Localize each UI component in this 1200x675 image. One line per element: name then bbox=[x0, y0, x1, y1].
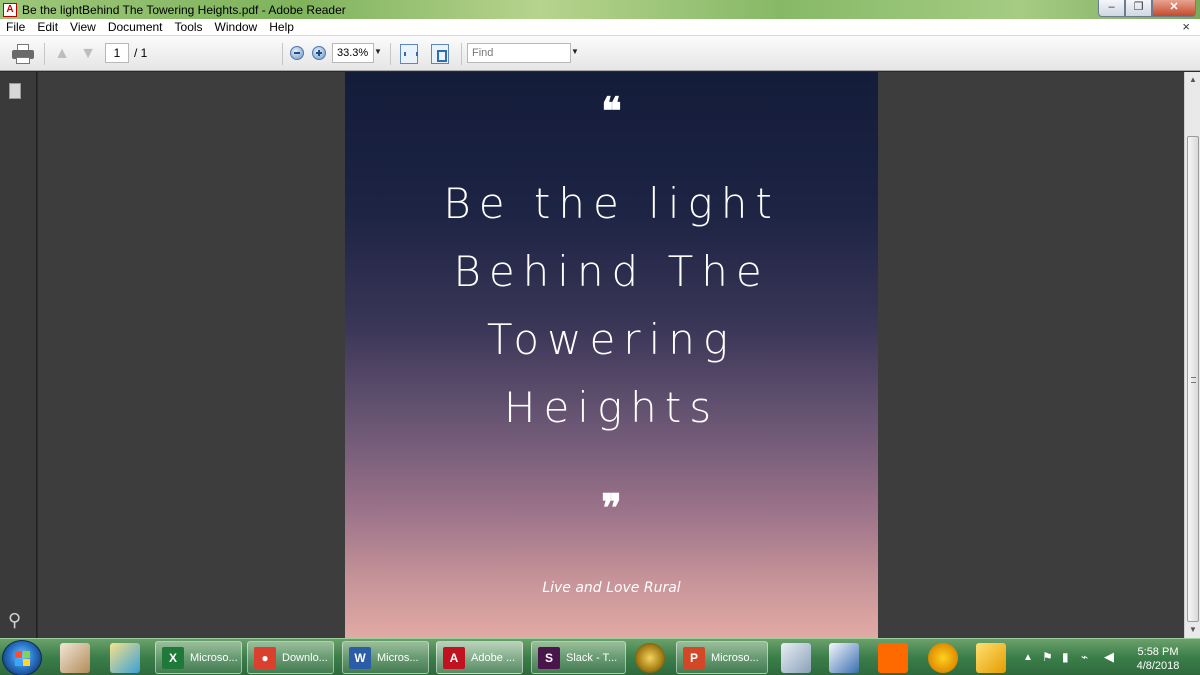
menu-view[interactable]: View bbox=[64, 20, 102, 34]
menu-bar: File Edit View Document Tools Window Hel… bbox=[0, 19, 1200, 36]
attachments-paperclip-icon[interactable]: ⚲ bbox=[8, 610, 21, 631]
headline-line: Heights bbox=[503, 383, 720, 432]
taskbar-button-word[interactable]: W Micros... bbox=[342, 641, 429, 674]
closing-quote-mark: ❞ bbox=[601, 485, 622, 530]
toolbar-divider bbox=[282, 43, 283, 65]
show-hidden-icons-arrow[interactable]: ▲ bbox=[1023, 652, 1033, 663]
calculator-icon[interactable] bbox=[781, 643, 811, 673]
scroll-up-arrow-icon[interactable]: ▲ bbox=[1185, 72, 1200, 88]
fit-page-icon[interactable] bbox=[431, 44, 449, 64]
paint-icon[interactable] bbox=[60, 643, 90, 673]
mi-app-icon[interactable] bbox=[878, 643, 908, 673]
fit-width-icon[interactable] bbox=[400, 44, 418, 64]
toolbar-divider bbox=[390, 43, 391, 65]
close-button[interactable]: ✕ bbox=[1152, 0, 1196, 17]
previous-page-icon[interactable]: ▲ bbox=[53, 46, 71, 62]
taskbar-button-label: Slack - T... bbox=[566, 651, 618, 664]
vertical-scrollbar[interactable]: ▲ ▼ bbox=[1184, 72, 1200, 638]
menu-file[interactable]: File bbox=[0, 20, 31, 34]
scrollbar-grip bbox=[1191, 377, 1196, 383]
next-page-icon[interactable]: ▼ bbox=[79, 46, 97, 62]
power-plug-icon[interactable]: ⌁ bbox=[1081, 650, 1088, 664]
start-button[interactable] bbox=[2, 640, 42, 675]
navigation-pane: ⚲ bbox=[0, 72, 37, 638]
taskbar-button-label: Micros... bbox=[377, 651, 419, 664]
music-icon[interactable] bbox=[976, 643, 1006, 673]
menu-edit[interactable]: Edit bbox=[31, 20, 64, 34]
taskbar-button-adobe-reader[interactable]: A Adobe ... bbox=[436, 641, 523, 674]
headline-line: Be the light bbox=[443, 179, 780, 228]
headline-line: Towering bbox=[486, 315, 737, 364]
document-viewer-icon[interactable] bbox=[829, 643, 859, 673]
quote-headline: Be the light Behind The Towering Heights bbox=[345, 170, 878, 442]
chrome-icon: ● bbox=[254, 646, 276, 669]
taskbar: X Microso... ● Downlo... W Micros... A A… bbox=[0, 638, 1200, 675]
excel-icon: X bbox=[162, 646, 184, 669]
headline-line: Behind The bbox=[453, 247, 770, 296]
window-titlebar[interactable]: A Be the lightBehind The Towering Height… bbox=[0, 0, 1200, 19]
opening-quote-mark: ❝ bbox=[601, 88, 622, 133]
tagline: Live and Love Rural bbox=[542, 580, 681, 596]
slack-icon: S bbox=[538, 646, 560, 669]
menu-window[interactable]: Window bbox=[209, 20, 264, 34]
taskbar-button-powerpoint[interactable]: P Microso... bbox=[676, 641, 768, 674]
scrollbar-thumb[interactable] bbox=[1187, 136, 1199, 622]
taskbar-button-label: Microso... bbox=[190, 651, 238, 664]
network-signal-icon[interactable]: ▮ bbox=[1062, 650, 1069, 664]
taskbar-button-label: Adobe ... bbox=[471, 651, 516, 664]
print-icon[interactable] bbox=[12, 44, 34, 64]
zoom-in-icon[interactable] bbox=[312, 46, 326, 60]
page-number-input[interactable]: 1 bbox=[105, 43, 129, 63]
find-dropdown-arrow-icon[interactable]: ▼ bbox=[571, 47, 579, 56]
toolbar: ▲ ▼ 1 / 1 33.3% ▼ Find ▼ bbox=[0, 36, 1200, 71]
find-input[interactable]: Find bbox=[467, 43, 571, 63]
minimize-button[interactable]: – bbox=[1098, 0, 1125, 17]
taskbar-button-label: Microso... bbox=[711, 651, 759, 664]
vlc-like-icon[interactable] bbox=[928, 643, 958, 673]
clock-time: 5:58 PM bbox=[1137, 646, 1179, 658]
menu-tools[interactable]: Tools bbox=[169, 20, 209, 34]
action-center-flag-icon[interactable]: ⚑ bbox=[1042, 650, 1053, 664]
system-clock[interactable]: 5:58 PM 4/8/2018 bbox=[1126, 645, 1190, 673]
scroll-down-arrow-icon[interactable]: ▼ bbox=[1185, 622, 1200, 638]
media-player-icon[interactable] bbox=[635, 643, 665, 673]
window-title: Be the lightBehind The Towering Heights.… bbox=[22, 2, 346, 17]
zoom-dropdown-arrow-icon[interactable]: ▼ bbox=[374, 47, 382, 56]
taskbar-button-excel[interactable]: X Microso... bbox=[155, 641, 242, 674]
adobe-reader-icon: A bbox=[443, 646, 465, 669]
pdf-page: ❝ Be the light Behind The Towering Heigh… bbox=[345, 72, 878, 638]
powerpoint-icon: P bbox=[683, 646, 705, 669]
taskbar-button-label: Downlo... bbox=[282, 651, 328, 664]
toolbar-divider bbox=[461, 43, 462, 65]
adobe-reader-app-icon: A bbox=[3, 2, 17, 17]
file-explorer-icon[interactable] bbox=[110, 643, 140, 673]
toolbar-divider bbox=[44, 43, 45, 65]
print-icon-tray bbox=[16, 57, 30, 64]
window-controls: – ❐ ✕ bbox=[1098, 0, 1196, 17]
zoom-out-icon[interactable] bbox=[290, 46, 304, 60]
restore-button[interactable]: ❐ bbox=[1125, 0, 1152, 17]
page-total: / 1 bbox=[134, 46, 148, 60]
clock-date: 4/8/2018 bbox=[1136, 660, 1180, 672]
menu-document[interactable]: Document bbox=[102, 20, 169, 34]
page-thumbnails-icon[interactable] bbox=[9, 80, 24, 99]
document-view[interactable]: ❝ Be the light Behind The Towering Heigh… bbox=[38, 72, 1184, 638]
menu-help[interactable]: Help bbox=[263, 20, 300, 34]
volume-icon[interactable]: ◀ bbox=[1104, 649, 1114, 665]
taskbar-button-slack[interactable]: S Slack - T... bbox=[531, 641, 626, 674]
close-document-button[interactable]: × bbox=[1182, 19, 1190, 34]
taskbar-button-chrome[interactable]: ● Downlo... bbox=[247, 641, 334, 674]
word-icon: W bbox=[349, 646, 371, 669]
zoom-level-input[interactable]: 33.3% bbox=[332, 43, 374, 63]
